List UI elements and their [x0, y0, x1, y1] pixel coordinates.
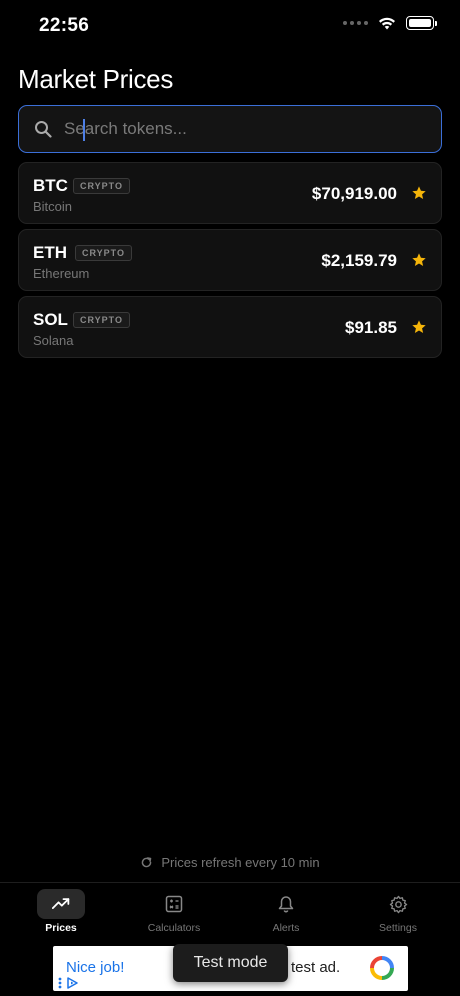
cellular-signal-icon — [343, 21, 368, 25]
tab-label: Calculators — [147, 922, 201, 934]
search-box[interactable] — [18, 105, 442, 153]
favorite-star-icon[interactable] — [411, 319, 427, 335]
favorite-star-icon[interactable] — [411, 185, 427, 201]
ad-choices-icon[interactable] — [58, 977, 78, 989]
token-row-eth[interactable]: ETH CRYPTO Ethereum $2,159.79 — [18, 229, 442, 291]
token-symbol: ETH — [33, 243, 67, 262]
status-time: 22:56 — [39, 15, 90, 36]
calculator-icon — [165, 895, 183, 913]
token-name: Bitcoin — [33, 199, 73, 214]
tab-label: Alerts — [272, 922, 300, 934]
favorite-star-icon[interactable] — [411, 252, 427, 268]
token-category-badge: CRYPTO — [75, 245, 133, 261]
tab-calculators[interactable]: Calculators — [124, 889, 224, 934]
bottom-tab-bar: Prices Calculators Alerts Settings — [0, 882, 460, 942]
tab-prices[interactable]: Prices — [11, 889, 111, 934]
trending-up-icon — [52, 898, 70, 909]
token-symbol: SOL — [33, 310, 68, 329]
token-list: BTC CRYPTO Bitcoin $70,919.00 ETH CRYPTO… — [18, 162, 442, 363]
token-price: $91.85 — [345, 318, 397, 337]
ad-headline: Nice job! — [66, 959, 125, 976]
token-row-sol[interactable]: SOL CRYPTO Solana $91.85 — [18, 296, 442, 358]
tab-label: Prices — [45, 922, 77, 934]
tab-label: Settings — [379, 922, 417, 934]
gear-icon — [389, 895, 407, 913]
wifi-icon — [379, 17, 395, 30]
token-name: Ethereum — [33, 266, 90, 281]
token-price: $70,919.00 — [311, 184, 397, 203]
tab-settings[interactable]: Settings — [348, 889, 448, 934]
token-category-badge: CRYPTO — [73, 178, 131, 194]
refresh-note-text: Prices refresh every 10 min — [161, 855, 320, 870]
token-price: $2,159.79 — [321, 251, 397, 270]
search-input[interactable] — [64, 119, 441, 139]
text-cursor — [83, 119, 85, 141]
token-name: Solana — [33, 333, 74, 348]
test-mode-toast: Test mode — [173, 944, 288, 982]
refresh-note: Prices refresh every 10 min — [0, 855, 460, 870]
ad-logo-icon — [370, 956, 394, 980]
search-icon — [34, 119, 54, 139]
ad-body: test ad. — [291, 959, 341, 976]
page-title: Market Prices — [18, 64, 174, 94]
bell-icon — [278, 896, 294, 913]
tab-alerts[interactable]: Alerts — [236, 889, 336, 934]
battery-icon — [406, 16, 437, 30]
refresh-icon — [142, 857, 152, 868]
token-category-badge: CRYPTO — [73, 312, 131, 328]
token-row-btc[interactable]: BTC CRYPTO Bitcoin $70,919.00 — [18, 162, 442, 224]
status-icons — [343, 16, 437, 30]
token-symbol: BTC — [33, 176, 68, 195]
status-bar: 22:56 — [0, 0, 460, 50]
